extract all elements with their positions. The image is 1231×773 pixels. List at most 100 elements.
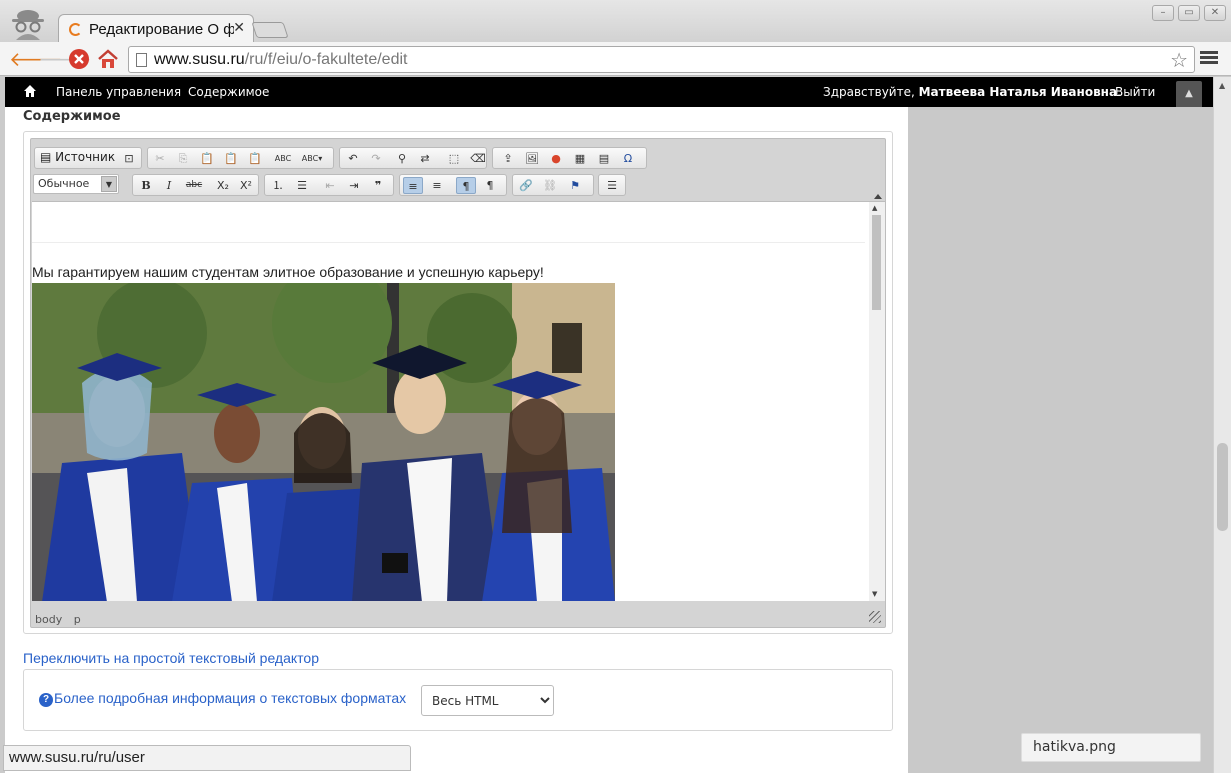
indent-icon[interactable]: ⇥ — [344, 177, 364, 194]
resize-handle-icon[interactable] — [869, 611, 881, 623]
select-all-icon[interactable]: ⬚ — [444, 150, 464, 167]
content-paragraph[interactable]: Мы гарантируем нашим студентам элитное о… — [32, 264, 544, 280]
rtl-icon[interactable]: ¶ — [480, 177, 500, 194]
toolbar-group-insert: ⇪ 🖼 ● ▦ ▤ Ω — [492, 147, 647, 169]
edit-page: Содержимое ▤ Источник ⊡ ✂ ⎘ 📋 📋 📋 ABC AB… — [5, 107, 908, 773]
toolbar-group-basicstyles: B I abc X₂ X² — [132, 174, 259, 196]
toolbar-group-links: 🔗 ⛓ ⚑ — [512, 174, 594, 196]
find-icon[interactable]: ⚲ — [392, 150, 412, 167]
incognito-icon — [12, 10, 44, 40]
admin-menu-content[interactable]: Содержимое — [188, 85, 269, 99]
source-icon: ▤ — [40, 150, 52, 164]
minimize-button[interactable]: – — [1152, 5, 1174, 21]
close-window-button[interactable]: ✕ — [1204, 5, 1226, 21]
content-scrollbar[interactable]: ▲ ▼ — [869, 202, 885, 601]
tab-editing[interactable]: Редактирование О ф ✕ — [58, 14, 254, 44]
numbered-list-icon[interactable]: ⒈ — [268, 177, 288, 194]
align-left-icon[interactable]: ≡ — [403, 177, 423, 194]
source-button[interactable]: ▤ Источник — [40, 150, 115, 164]
scroll-down-icon[interactable]: ▼ — [872, 590, 877, 598]
image-icon[interactable]: 🖼 — [522, 150, 542, 167]
toolbar-group-editing: ↶ ↷ ⚲ ⇄ ⬚ ⌫ — [339, 147, 487, 169]
help-icon: ? — [39, 693, 53, 707]
logout-link[interactable]: Выйти — [1115, 85, 1155, 99]
path-p[interactable]: p — [74, 613, 81, 626]
ckeditor: ▤ Источник ⊡ ✂ ⎘ 📋 📋 📋 ABC ABC▾ ↶ ↷ ⚲ ⇄ — [30, 138, 886, 628]
anchor-flag-icon[interactable]: ⚑ — [565, 177, 585, 194]
content-scroll-thumb[interactable] — [872, 215, 881, 310]
body-field-label: Содержимое — [23, 109, 121, 124]
redo-icon[interactable]: ↷ — [366, 150, 386, 167]
chevron-down-icon: ▼ — [101, 176, 117, 192]
scroll-up-icon[interactable]: ▲ — [872, 204, 877, 212]
paste-word-icon[interactable]: 📋 — [245, 150, 265, 167]
home-icon[interactable] — [97, 48, 119, 70]
undo-icon[interactable]: ↶ — [343, 150, 363, 167]
blockquote-icon[interactable]: ❞ — [368, 177, 388, 194]
right-sidebar — [908, 107, 1213, 773]
remove-format-icon[interactable]: ⌫ — [468, 150, 488, 167]
path-body[interactable]: body — [35, 613, 62, 626]
cut-icon[interactable]: ✂ — [150, 150, 170, 167]
collapse-toolbar-icon[interactable] — [874, 193, 882, 199]
bold-icon[interactable]: B — [136, 177, 156, 194]
text-formats-help-link[interactable]: ? Более подробная информация о текстовых … — [39, 690, 406, 707]
page-scroll-up-icon[interactable]: ▲ — [1219, 81, 1225, 90]
horizontal-rule-icon[interactable]: ▤ — [594, 150, 614, 167]
switch-to-plain-editor-link[interactable]: Переключить на простой текстовый редакто… — [23, 650, 319, 666]
special-char-icon[interactable]: Ω — [618, 150, 638, 167]
table-icon[interactable]: ▦ — [570, 150, 590, 167]
copy-icon[interactable]: ⎘ — [173, 150, 193, 167]
toolbar-group-paragraph: ⒈ ☰ ⇤ ⇥ ❞ — [264, 174, 394, 196]
flash-icon[interactable]: ● — [546, 150, 566, 167]
paste-text-icon[interactable]: 📋 — [221, 150, 241, 167]
maximize-icon[interactable]: ⊡ — [119, 150, 139, 167]
upload-icon[interactable]: ⇪ — [498, 150, 518, 167]
toolbar-group-align: ≡ ≡ ¶ ¶ — [399, 174, 507, 196]
replace-icon[interactable]: ⇄ — [415, 150, 435, 167]
browser-toolbar: 🡐 🡒 www.susu.ru/ru/f/eiu/o-fakultete/edi… — [0, 42, 1231, 76]
page-scrollbar[interactable]: ▲ — [1213, 77, 1231, 773]
admin-toggle-icon[interactable]: ▲ — [1176, 81, 1202, 107]
ltr-icon[interactable]: ¶ — [456, 177, 476, 194]
new-tab-button[interactable] — [251, 22, 289, 38]
toolbar-group-document: ▤ Источник ⊡ — [34, 147, 142, 169]
graduates-photo[interactable] — [32, 283, 615, 601]
paste-icon[interactable]: 📋 — [197, 150, 217, 167]
page-icon — [136, 53, 147, 67]
editor-content[interactable]: Мы гарантируем нашим студентам элитное о… — [32, 201, 885, 601]
unlink-icon[interactable]: ⛓ — [540, 177, 560, 194]
address-bar[interactable]: www.susu.ru/ru/f/eiu/o-fakultete/edit ☆ — [128, 46, 1195, 73]
admin-home-icon[interactable] — [23, 84, 37, 98]
bulleted-list-icon[interactable]: ☰ — [292, 177, 312, 194]
strike-icon[interactable]: abc — [182, 177, 206, 194]
toolbar-group-clipboard: ✂ ⎘ 📋 📋 📋 ABC ABC▾ — [147, 147, 334, 169]
browser-window: Редактирование О ф ✕ – ▭ ✕ 🡐 🡒 www.susu.… — [0, 0, 1231, 773]
element-path: body p — [35, 613, 89, 626]
admin-user-name[interactable]: Матвеева Наталья Ивановна — [919, 85, 1117, 99]
url-text: www.susu.ru/ru/f/eiu/o-fakultete/edit — [154, 51, 408, 68]
spellcheck-icon[interactable]: ABC — [273, 150, 293, 167]
stop-loading-icon[interactable] — [68, 48, 90, 70]
tab-close-icon[interactable]: ✕ — [233, 20, 245, 36]
format-select[interactable]: Обычное ▼ — [33, 174, 119, 194]
align-right-icon[interactable]: ≡ — [427, 177, 447, 194]
outdent-icon[interactable]: ⇤ — [320, 177, 340, 194]
spellcheck-as-you-type-icon[interactable]: ABC▾ — [298, 150, 326, 167]
subscript-icon[interactable]: X₂ — [213, 177, 233, 194]
bookmark-star-icon[interactable]: ☆ — [1170, 48, 1188, 72]
forward-icon[interactable]: 🡒 — [38, 48, 92, 70]
page-scroll-thumb[interactable] — [1217, 443, 1228, 531]
back-icon[interactable]: 🡐 — [9, 48, 63, 70]
admin-menu-dashboard[interactable]: Панель управления — [56, 85, 181, 99]
text-format-select[interactable]: Весь HTML — [421, 685, 554, 716]
maximize-button[interactable]: ▭ — [1178, 5, 1200, 21]
browser-menu-icon[interactable] — [1200, 49, 1218, 67]
italic-icon[interactable]: I — [159, 177, 179, 194]
download-item[interactable]: hatikva.png — [1021, 733, 1201, 762]
link-icon[interactable]: 🔗 — [516, 177, 536, 194]
page-break-icon[interactable]: ☰ — [602, 177, 622, 194]
superscript-icon[interactable]: X² — [236, 177, 256, 194]
tab-title: Редактирование О ф — [89, 21, 234, 38]
admin-greeting: Здравствуйте, Матвеева Наталья Ивановна. — [823, 85, 1121, 99]
